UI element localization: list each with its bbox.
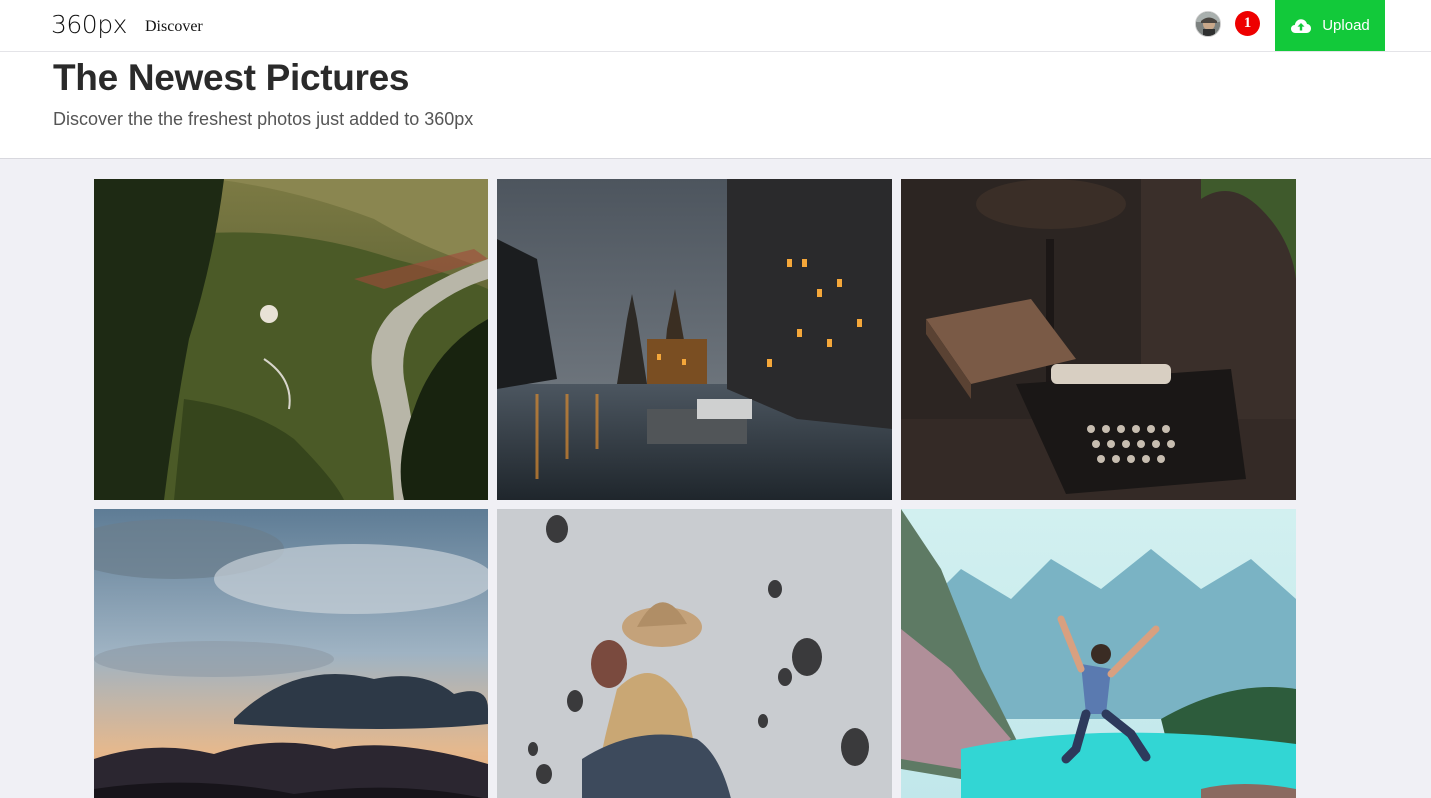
- cloud-upload-icon: [1290, 18, 1312, 34]
- page-header: The Newest Pictures Discover the the fre…: [0, 52, 1431, 159]
- photo-forest-valley[interactable]: [94, 179, 488, 500]
- photo-sunset-clouds[interactable]: [94, 509, 488, 798]
- photo-gallery: [0, 159, 1431, 798]
- photo-lake-jump[interactable]: [901, 509, 1296, 798]
- photo-canal-city[interactable]: [497, 179, 892, 500]
- upload-label: Upload: [1322, 17, 1370, 34]
- upload-button[interactable]: Upload: [1275, 0, 1385, 51]
- top-navbar: 360px Discover 1 Upload: [0, 0, 1431, 52]
- page-subtitle: Discover the the freshest photos just ad…: [53, 109, 474, 129]
- logo[interactable]: 360px: [51, 10, 127, 39]
- user-avatar[interactable]: [1195, 11, 1221, 37]
- photo-typewriter[interactable]: [901, 179, 1296, 500]
- photo-grid: [94, 179, 1296, 798]
- page-title: The Newest Pictures: [53, 57, 410, 98]
- notification-badge[interactable]: 1: [1235, 11, 1260, 36]
- nav-discover-link[interactable]: Discover: [145, 18, 203, 36]
- photo-balloons-woman[interactable]: [497, 509, 892, 798]
